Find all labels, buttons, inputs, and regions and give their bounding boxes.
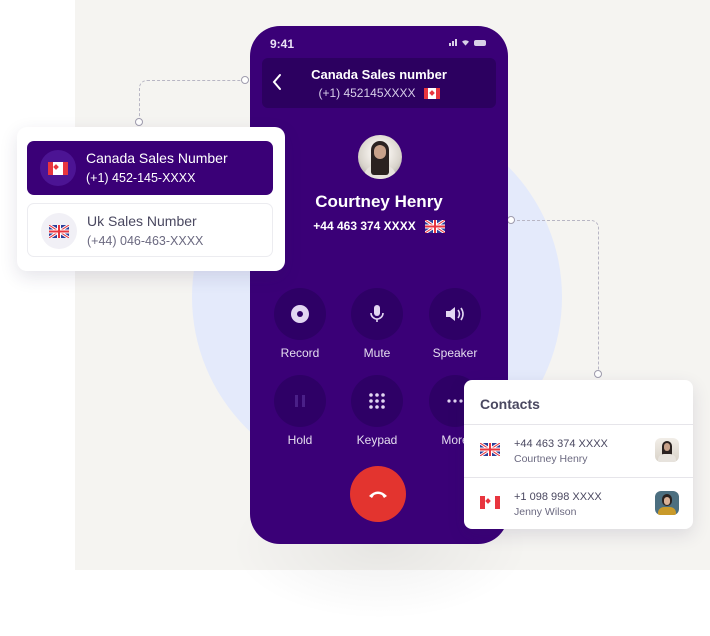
more-icon xyxy=(447,399,463,403)
connector-line-left xyxy=(139,80,246,123)
header-number: (+1) 452145XXXX xyxy=(318,86,416,100)
record-icon xyxy=(291,305,309,323)
record-label: Record xyxy=(280,346,320,360)
contact-item[interactable]: +44 463 374 XXXX Courtney Henry xyxy=(464,425,693,477)
canada-flag-icon xyxy=(423,87,440,99)
sales-number-title: Canada Sales Number xyxy=(86,150,228,166)
keypad-label: Keypad xyxy=(356,433,398,447)
caller-number-row: +44 463 374 XXXX xyxy=(250,219,508,233)
header-number-row: (+1) 452145XXXX xyxy=(262,86,496,100)
sales-number-value: (+44) 046-463-XXXX xyxy=(87,234,204,248)
contacts-card: Contacts +44 463 374 XXXX Courtney Henry… xyxy=(464,380,693,529)
sales-number-value: (+1) 452-145-XXXX xyxy=(86,171,196,185)
hold-control[interactable]: Hold xyxy=(260,375,340,447)
record-control[interactable]: Record xyxy=(260,288,340,360)
contact-number: +44 463 374 XXXX xyxy=(514,438,608,450)
end-call-button[interactable] xyxy=(350,466,406,522)
signal-icon xyxy=(449,39,457,46)
connector-dot xyxy=(594,370,602,378)
contact-name: Jenny Wilson xyxy=(514,506,577,518)
sales-number-item-canada[interactable]: Canada Sales Number (+1) 452-145-XXXX xyxy=(27,141,273,195)
connector-dot xyxy=(135,118,143,126)
speaker-control[interactable]: Speaker xyxy=(415,288,495,360)
mute-label: Mute xyxy=(363,346,391,360)
wifi-icon xyxy=(462,40,469,46)
uk-flag-icon xyxy=(49,224,69,238)
speaker-icon xyxy=(446,307,464,321)
caller-name: Courtney Henry xyxy=(315,192,443,211)
uk-flag-icon xyxy=(424,219,445,233)
sales-number-item-uk[interactable]: Uk Sales Number (+44) 046-463-XXXX xyxy=(27,203,273,257)
sales-numbers-card: Canada Sales Number (+1) 452-145-XXXX Uk… xyxy=(17,127,285,271)
speaker-label: Speaker xyxy=(432,346,478,360)
caller-number: +44 463 374 XXXX xyxy=(313,219,416,233)
keypad-icon xyxy=(369,393,385,409)
contact-item[interactable]: +1 098 998 XXXX Jenny Wilson xyxy=(464,478,693,530)
status-icons xyxy=(449,39,486,46)
microphone-icon xyxy=(370,305,384,322)
connector-dot xyxy=(507,216,515,224)
battery-icon xyxy=(474,39,486,46)
contacts-title: Contacts xyxy=(480,396,540,412)
contact-name: Courtney Henry xyxy=(514,453,588,465)
header-title: Canada Sales number xyxy=(311,67,447,82)
call-header: Canada Sales number (+1) 452145XXXX xyxy=(262,58,496,108)
keypad-control[interactable]: Keypad xyxy=(337,375,417,447)
canada-flag-icon xyxy=(48,161,68,175)
pause-icon xyxy=(295,395,305,407)
end-call-icon xyxy=(369,491,387,498)
mute-control[interactable]: Mute xyxy=(337,288,417,360)
contact-number: +1 098 998 XXXX xyxy=(514,491,602,503)
connector-line-right xyxy=(512,220,599,375)
status-time: 9:41 xyxy=(270,37,295,51)
contact-avatar xyxy=(655,491,679,515)
caller-avatar xyxy=(358,135,402,179)
contact-avatar xyxy=(655,438,679,462)
uk-flag-icon xyxy=(480,443,500,456)
canada-flag-icon xyxy=(480,496,500,509)
sales-number-title: Uk Sales Number xyxy=(87,213,197,229)
hold-label: Hold xyxy=(287,433,313,447)
connector-dot xyxy=(241,76,249,84)
